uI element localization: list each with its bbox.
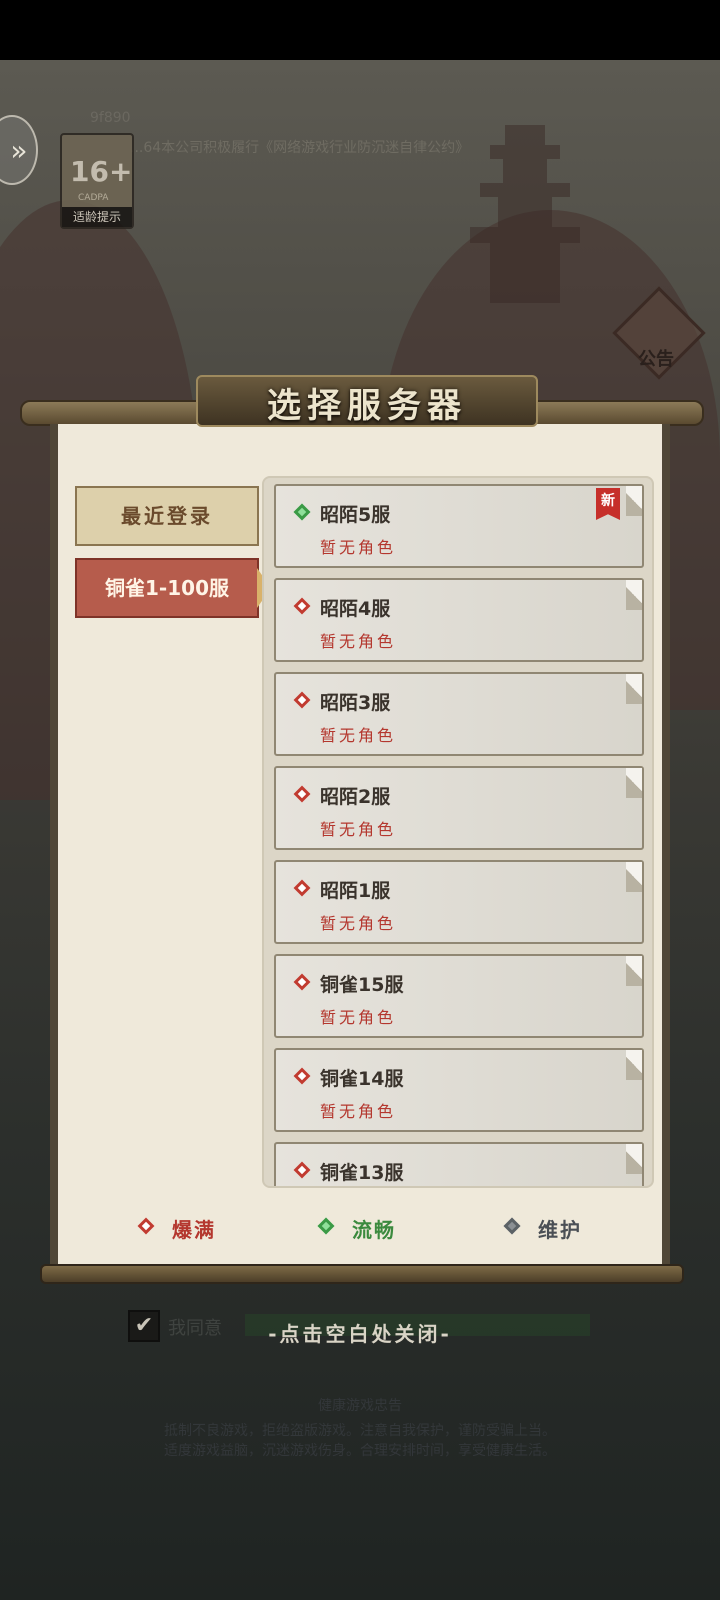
status-full-icon <box>293 691 311 709</box>
server-item[interactable]: 昭陌4服 暂无角色 <box>274 578 644 662</box>
status-full-icon <box>293 785 311 803</box>
tab-recent-login[interactable]: 最近登录 <box>75 486 259 546</box>
health-advice-line: 抵制不良游戏，拒绝盗版游戏。注意自我保护，谨防受骗上当。 <box>164 1423 556 1439</box>
server-item[interactable]: 铜雀13服 <box>274 1142 644 1186</box>
status-full-icon <box>293 1067 311 1085</box>
server-item[interactable]: 铜雀15服 暂无角色 <box>274 954 644 1038</box>
server-name: 铜雀13服 <box>320 1162 404 1184</box>
server-item[interactable]: 昭陌2服 暂无角色 <box>274 766 644 850</box>
tab-server-group[interactable]: 铜雀1-100服 <box>75 558 259 618</box>
new-badge: 新 <box>596 488 620 520</box>
scroll-bottom-rail <box>40 1264 684 1284</box>
close-hint[interactable]: -点击空白处关闭- <box>0 1318 720 1347</box>
server-role-status: 暂无角色 <box>320 726 397 745</box>
age-rating-number: 16+ <box>70 155 133 188</box>
legend-label: 流畅 <box>352 1218 396 1242</box>
server-name: 昭陌5服 <box>320 504 391 526</box>
health-advice-line: 适度游戏益脑，沉迷游戏伤身。合理安排时间，享受健康生活。 <box>164 1443 556 1459</box>
status-bar <box>0 0 720 60</box>
version-text: 9f890 <box>90 110 131 126</box>
age-rating-cadpa: CADPA <box>78 193 109 203</box>
server-role-status: 暂无角色 <box>320 1102 397 1121</box>
legend-label: 爆满 <box>172 1218 216 1242</box>
server-role-status: 暂无角色 <box>320 1008 397 1027</box>
age-rating-badge[interactable]: 16+ CADPA 适龄提示 <box>60 133 134 229</box>
server-role-status: 暂无角色 <box>320 820 397 839</box>
age-rating-label: 适龄提示 <box>62 207 132 227</box>
server-name: 昭陌2服 <box>320 786 391 808</box>
server-item[interactable]: 昭陌1服 暂无角色 <box>274 860 644 944</box>
server-name: 昭陌3服 <box>320 692 391 714</box>
status-smooth-icon <box>293 503 311 521</box>
chevron-double-right-icon: » <box>10 133 28 167</box>
legend-label: 维护 <box>538 1218 582 1242</box>
anti-addiction-notice: ...64本公司积极履行《网络游戏行业防沉迷自律公约》 <box>130 140 470 156</box>
server-item[interactable]: 铜雀14服 暂无角色 <box>274 1048 644 1132</box>
health-advice: 健康游戏忠告 抵制不良游戏，拒绝盗版游戏。注意自我保护，谨防受骗上当。 适度游戏… <box>0 1395 720 1461</box>
server-role-status: 暂无角色 <box>320 632 397 651</box>
server-role-status: 暂无角色 <box>320 914 397 933</box>
server-name: 昭陌4服 <box>320 598 391 620</box>
status-full-icon <box>293 1161 311 1179</box>
status-full-icon <box>293 597 311 615</box>
announcement-label[interactable]: 公告 <box>638 345 674 371</box>
server-list[interactable]: 昭陌5服 暂无角色 新 昭陌4服 暂无角色 昭陌3服 暂无角色 昭陌2服 暂无角… <box>262 476 654 1188</box>
dialog-title: 选择服务器 <box>267 386 467 426</box>
health-advice-title: 健康游戏忠告 <box>318 1398 402 1414</box>
server-role-status: 暂无角色 <box>320 538 397 557</box>
status-full-icon <box>293 973 311 991</box>
server-item[interactable]: 昭陌5服 暂无角色 新 <box>274 484 644 568</box>
server-name: 昭陌1服 <box>320 880 391 902</box>
server-name: 铜雀14服 <box>320 1068 404 1090</box>
pagoda-illustration <box>470 125 580 355</box>
status-full-icon <box>293 879 311 897</box>
server-name: 铜雀15服 <box>320 974 404 996</box>
server-item[interactable]: 昭陌3服 暂无角色 <box>274 672 644 756</box>
